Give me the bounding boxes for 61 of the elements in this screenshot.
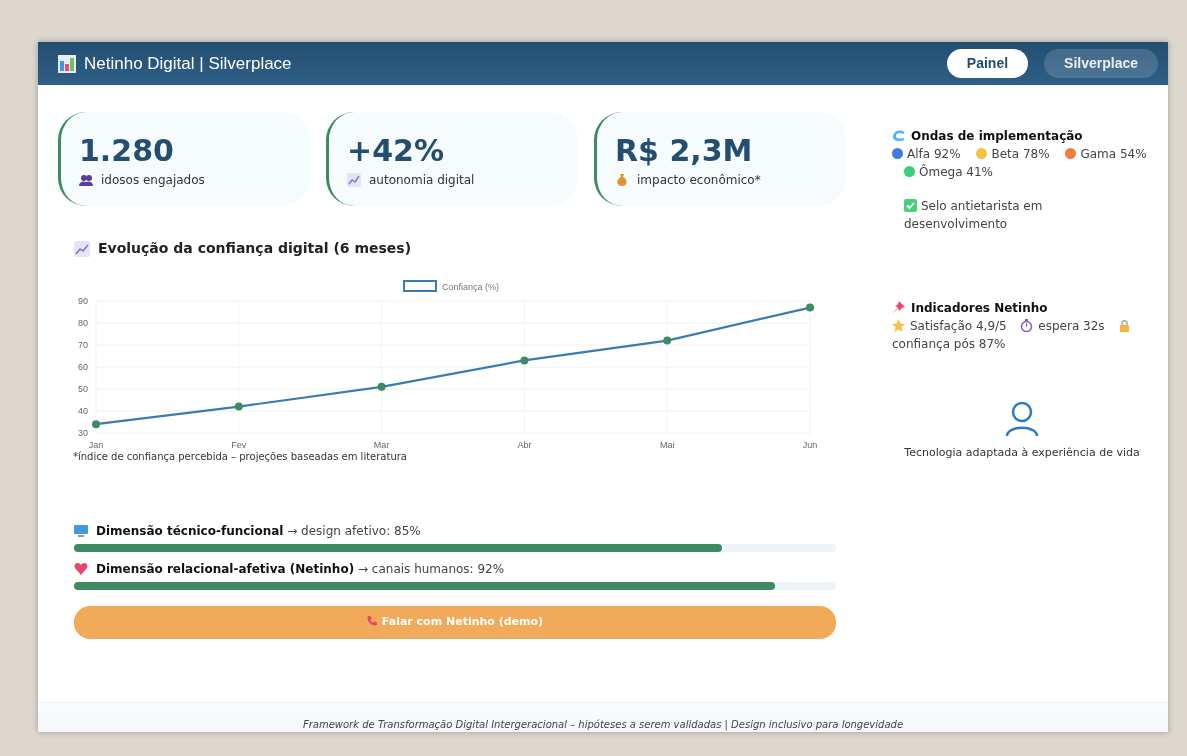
chart-icon xyxy=(58,54,76,73)
stat-value: 1.280 xyxy=(79,134,175,167)
section-title: Ondas de implementação xyxy=(911,129,1083,143)
app-title: Netinho Digital | Silverplace xyxy=(84,52,292,75)
seal-note: Selo antietarista em desenvolvimento xyxy=(903,198,1044,233)
user-icon xyxy=(1005,401,1039,437)
axis-label: Fev xyxy=(231,440,247,449)
axis-label: Jun xyxy=(802,440,818,449)
indicator-label: espera 32s xyxy=(1038,319,1105,333)
phone-icon xyxy=(366,615,378,627)
wave-label: Alfa 92% xyxy=(907,147,961,161)
stat-label: autonomia digital xyxy=(369,172,475,189)
axis-label: 70 xyxy=(78,340,88,350)
axis-label: 50 xyxy=(78,384,88,394)
axis-label: 90 xyxy=(78,296,88,306)
stopwatch-icon xyxy=(1020,319,1034,332)
axis-label: 80 xyxy=(78,318,88,328)
chart-note: *índice de confiança percebida – projeções baseadas em literatura xyxy=(73,450,408,464)
star-icon xyxy=(892,319,905,332)
computer-icon xyxy=(74,524,88,538)
stat-value: +42% xyxy=(347,134,445,167)
trend-icon xyxy=(347,173,361,187)
wave-label: Gama 54% xyxy=(1080,147,1147,161)
data-point xyxy=(663,336,672,345)
chart-title: Evolução da confiança digital (6 meses) xyxy=(98,239,412,258)
wave-label: Beta 78% xyxy=(991,147,1050,161)
data-point xyxy=(806,303,814,312)
axis-label: Mai xyxy=(659,440,675,449)
axis-label: 40 xyxy=(78,406,88,416)
people-icon xyxy=(79,173,93,187)
pin-icon xyxy=(892,301,905,314)
stat-value: R$ 2,3M xyxy=(615,134,754,167)
dimension-label: Dimensão técnico-funcional → design afetivo: 85% xyxy=(96,523,421,540)
checkbox-icon xyxy=(904,199,917,212)
data-point xyxy=(234,402,243,411)
money-bag-icon xyxy=(615,173,629,187)
profile-caption: Tecnologia adaptada à experiência de vida xyxy=(904,445,1140,461)
lock-icon xyxy=(1118,319,1132,332)
indicator-label: confiança pós 87% xyxy=(892,337,1006,351)
wave-icon xyxy=(892,129,905,142)
stat-label: idosos engajados xyxy=(101,172,205,189)
wave-label: Ômega 41% xyxy=(919,165,993,179)
section-title: Indicadores Netinho xyxy=(911,301,1048,315)
axis-label: 60 xyxy=(78,362,88,372)
nav-tab[interactable]: Silverplace xyxy=(1044,49,1158,78)
nav-tab[interactable]: Painel xyxy=(946,49,1029,78)
trend-icon xyxy=(74,240,90,257)
axis-label: Jan xyxy=(88,440,104,449)
data-point xyxy=(377,382,386,391)
axis-label: Abr xyxy=(517,440,532,449)
dimension-label: Dimensão relacional-afetiva (Netinho) → canais humanos: 92% xyxy=(96,561,505,578)
stat-label: impacto econômico* xyxy=(637,172,761,189)
axis-label: 30 xyxy=(78,428,88,438)
footer-text: Framework de Transformação Digital Intergeracional – hipóteses a serem validadas | Design inclusivo para longevidade xyxy=(302,719,904,730)
axis-label: Mar xyxy=(373,440,390,449)
indicator-label: Satisfação 4,9/5 xyxy=(910,319,1007,333)
chart-legend: Confiança (%) xyxy=(403,280,500,292)
heart-icon xyxy=(74,562,88,576)
legend-label: Confiança (%) xyxy=(442,282,500,292)
data-point xyxy=(520,356,529,365)
data-point xyxy=(92,420,100,429)
